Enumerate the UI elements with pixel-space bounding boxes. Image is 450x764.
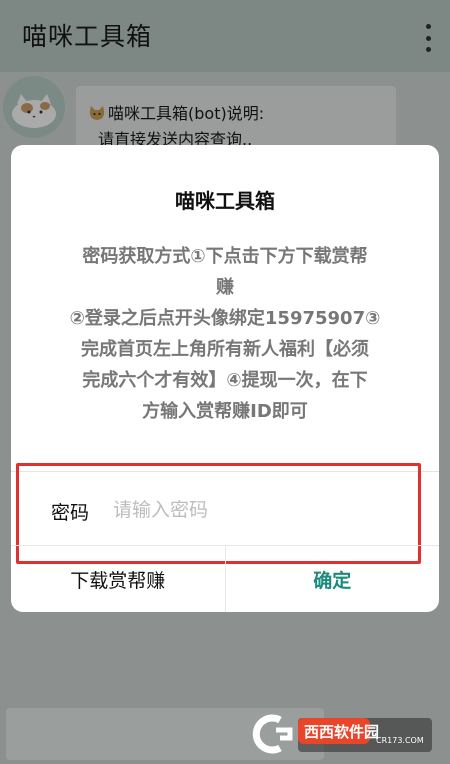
download-button[interactable]: 下载赏帮赚: [11, 546, 226, 612]
watermark: 西西软件园 CR173.COM: [250, 712, 432, 756]
watermark-logo-icon: [250, 714, 296, 754]
password-input[interactable]: [111, 490, 415, 530]
app-bar: 喵咪工具箱: [0, 0, 450, 72]
dialog-message: 密码获取方式①下点击下方下载赏帮 赚 ②登录之后点开头像绑定15975907③ …: [69, 246, 381, 422]
more-vert-icon[interactable]: [420, 22, 436, 54]
password-field-row: 密码: [11, 471, 439, 546]
dialog-title: 喵咪工具箱: [175, 189, 275, 213]
app-title: 喵咪工具箱: [22, 22, 153, 51]
cat-avatar[interactable]: [3, 76, 65, 138]
password-label: 密码: [51, 502, 90, 524]
confirm-button[interactable]: 确定: [226, 546, 440, 612]
password-dialog: 喵咪工具箱 密码获取方式①下点击下方下载赏帮 赚 ②登录之后点开头像绑定1597…: [11, 145, 439, 612]
watermark-logo-text: 西西软件园: [304, 723, 380, 741]
bubble-text-1: 喵咪工具箱(bot)说明:: [108, 104, 265, 123]
watermark-domain: CR173.COM: [376, 736, 424, 745]
dialog-buttons: 下载赏帮赚 确定: [11, 545, 439, 612]
cat-emoji-icon: [89, 106, 105, 120]
